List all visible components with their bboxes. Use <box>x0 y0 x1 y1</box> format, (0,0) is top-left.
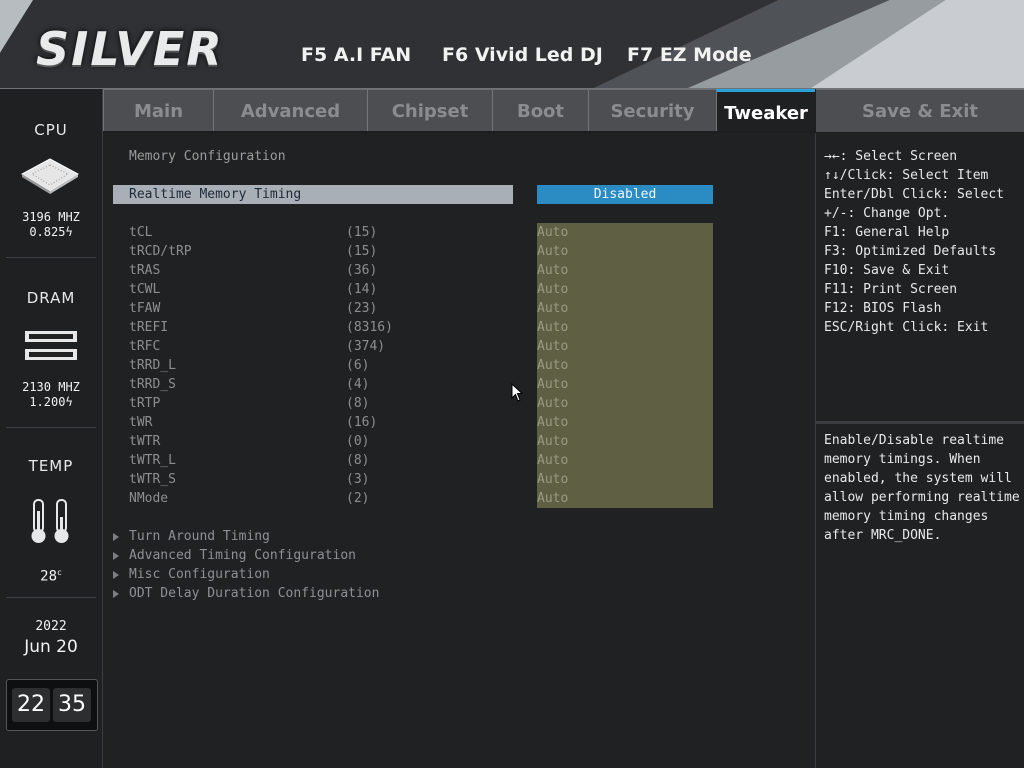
help-description: Enable/Disable realtime memory timings. … <box>824 433 1020 543</box>
submenu-arrow-icon <box>113 570 119 579</box>
tab-security[interactable]: Security <box>588 89 716 131</box>
help-divider <box>816 421 1024 424</box>
mouse-cursor-icon <box>511 383 523 402</box>
dram-frequency: 2130 MHZ <box>22 380 80 394</box>
temp-title: TEMP <box>28 457 74 475</box>
divider <box>6 257 96 258</box>
timing-row[interactable]: tWR (16) Auto <box>129 413 719 432</box>
submenu-arrow-icon <box>113 589 119 598</box>
submenu-odt-delay-duration-configuration[interactable]: ODT Delay Duration Configuration <box>113 584 379 603</box>
help-key-line: F10: Save & Exit <box>824 263 950 278</box>
tab-boot[interactable]: Boot <box>492 89 588 131</box>
dram-title: DRAM <box>26 289 76 307</box>
f6-vivid-led-dj-button[interactable]: F6 Vivid Led DJ <box>442 44 603 66</box>
timing-row[interactable]: tFAW (23) Auto <box>129 299 719 318</box>
silver-logo: SILVER <box>36 22 224 76</box>
help-key-line: Enter/Dbl Click: Select <box>824 187 1005 202</box>
timing-row[interactable]: tREFI (8316) Auto <box>129 318 719 337</box>
tab-advanced[interactable]: Advanced <box>213 89 367 131</box>
voltage-bolt-icon: ϟ <box>65 225 73 239</box>
top-header: SILVER F5 A.I FAN F6 Vivid Led DJ F7 EZ … <box>0 0 1024 89</box>
timing-row[interactable]: tRAS (36) Auto <box>129 261 719 280</box>
timing-row[interactable]: tWTR_L (8) Auto <box>129 451 719 470</box>
cpu-voltage: 0.825ϟ <box>29 225 73 239</box>
tab-main[interactable]: Main <box>103 89 213 131</box>
date-year: 2022 <box>35 619 67 634</box>
date-month-day: Jun 20 <box>24 637 78 657</box>
temperature-value: 28c <box>40 568 62 585</box>
timing-row[interactable]: NMode (2) Auto <box>129 489 719 508</box>
dram-voltage: 1.200ϟ <box>29 395 73 409</box>
f5-ai-fan-button[interactable]: F5 A.I FAN <box>301 44 411 66</box>
realtime-memory-timing-option[interactable]: Realtime Memory Timing <box>113 185 513 204</box>
help-key-line: →←: Select Screen <box>824 149 958 164</box>
submenu-misc-configuration[interactable]: Misc Configuration <box>113 565 270 584</box>
section-title: Memory Configuration <box>129 149 286 164</box>
tab-chipset[interactable]: Chipset <box>367 89 492 131</box>
timing-row[interactable]: tWTR_S (3) Auto <box>129 470 719 489</box>
clock-minutes: 35 <box>53 688 91 722</box>
help-key-line: ↑↓/Click: Select Item <box>824 168 989 183</box>
timing-row[interactable]: tCL (15) Auto <box>129 223 719 242</box>
cpu-frequency: 3196 MHZ <box>22 210 80 224</box>
settings-panel: Memory Configuration Realtime Memory Tim… <box>103 133 816 768</box>
thermometer-icon <box>31 499 69 543</box>
timing-row[interactable]: tRCD/tRP (15) Auto <box>129 242 719 261</box>
realtime-memory-timing-value[interactable]: Disabled <box>537 185 713 204</box>
help-key-line: F12: BIOS Flash <box>824 301 942 316</box>
timing-row[interactable]: tRRD_S (4) Auto <box>129 375 719 394</box>
tab-save-exit[interactable]: Save & Exit <box>816 89 1024 132</box>
divider <box>6 597 96 598</box>
cpu-title: CPU <box>34 121 68 139</box>
help-key-line: F11: Print Screen <box>824 282 958 297</box>
submenu-turn-around-timing[interactable]: Turn Around Timing <box>113 527 270 546</box>
system-status-panel: CPU 3196 MHZ 0.825ϟ DRAM 2130 MHZ 1.200ϟ… <box>0 89 103 768</box>
f7-ez-mode-button[interactable]: F7 EZ Mode <box>627 44 752 66</box>
clock-hours: 22 <box>12 688 50 722</box>
timing-row[interactable]: tRRD_L (6) Auto <box>129 356 719 375</box>
timing-row[interactable]: tCWL (14) Auto <box>129 280 719 299</box>
help-key-line: F3: Optimized Defaults <box>824 244 997 259</box>
cpu-icon <box>20 158 80 194</box>
help-key-line: F1: General Help <box>824 225 950 240</box>
submenu-advanced-timing-configuration[interactable]: Advanced Timing Configuration <box>113 546 356 565</box>
help-panel: →←: Select Screen ↑↓/Click: Select Item … <box>816 133 1024 768</box>
help-key-line: +/-: Change Opt. <box>824 206 950 221</box>
tab-bar: Main Advanced Chipset Boot Security Twea… <box>103 89 815 133</box>
submenu-arrow-icon <box>113 532 119 541</box>
clock: 22 35 <box>6 679 98 731</box>
submenu-arrow-icon <box>113 551 119 560</box>
tab-tweaker[interactable]: Tweaker <box>716 89 815 131</box>
timing-row[interactable]: tRFC (374) Auto <box>129 337 719 356</box>
voltage-bolt-icon: ϟ <box>65 395 73 409</box>
dram-icon <box>25 331 77 360</box>
divider <box>6 427 96 428</box>
timing-row[interactable]: tWTR (0) Auto <box>129 432 719 451</box>
timing-row[interactable]: tRTP (8) Auto <box>129 394 719 413</box>
help-key-line: ESC/Right Click: Exit <box>824 320 989 335</box>
